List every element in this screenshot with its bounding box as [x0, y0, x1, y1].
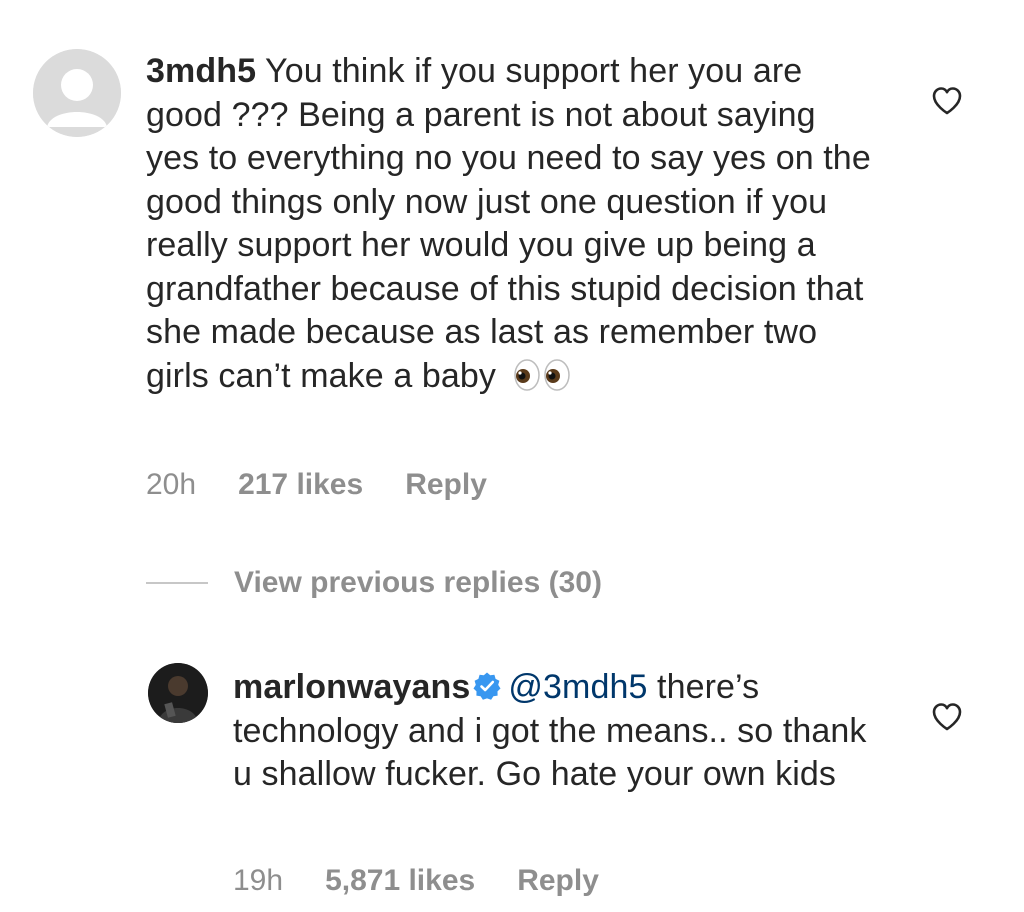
heart-outline-icon[interactable]: [931, 86, 963, 116]
comment-meta: 20h 217 likes Reply: [146, 468, 487, 502]
comment-text: 3mdh5 You think if you support her you a…: [146, 50, 876, 398]
replies-divider-line: [146, 582, 208, 584]
reply-time: 19h: [233, 864, 284, 897]
reply-likes[interactable]: 5,871 likes: [325, 864, 475, 897]
default-avatar-icon: [33, 49, 121, 137]
comment-body-text: You think if you support her you are goo…: [146, 52, 871, 395]
comment-time: 20h: [146, 468, 197, 501]
reply-reply-button[interactable]: Reply: [517, 864, 599, 897]
comment-likes[interactable]: 217 likes: [238, 468, 363, 501]
comment-reply-button[interactable]: Reply: [405, 468, 487, 501]
eyes-emoji-icon: [512, 358, 572, 392]
reply-username[interactable]: marlonwayans: [233, 668, 470, 706]
heart-outline-icon[interactable]: [931, 702, 963, 732]
reply-meta: 19h 5,871 likes Reply: [233, 864, 599, 898]
reply-mention[interactable]: @3mdh5: [508, 668, 647, 706]
view-previous-replies-button[interactable]: View previous replies (30): [146, 566, 602, 600]
verified-badge-icon: [472, 669, 502, 700]
avatar[interactable]: [148, 663, 208, 723]
profile-photo-icon: [148, 663, 208, 723]
view-previous-replies-label: View previous replies (30): [234, 566, 602, 599]
comment-username[interactable]: 3mdh5: [146, 52, 256, 90]
reply-text: marlonwayans @3mdh5 there’s technology a…: [233, 666, 893, 797]
avatar[interactable]: [33, 49, 121, 137]
